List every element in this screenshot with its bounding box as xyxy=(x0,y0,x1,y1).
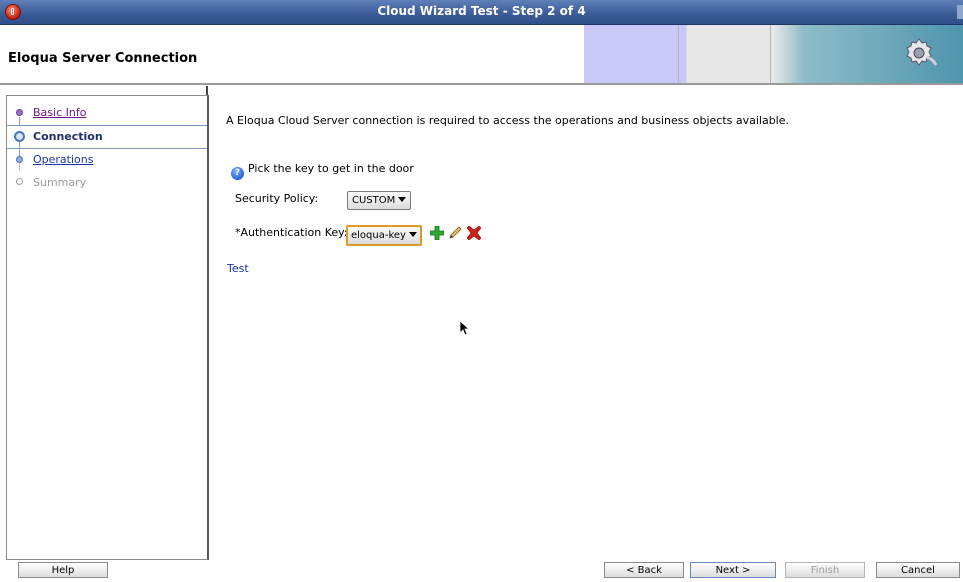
auth-key-label: *Authentication Key: xyxy=(235,226,348,239)
help-icon[interactable]: ? xyxy=(231,167,244,180)
step-basic-info[interactable]: Basic Info xyxy=(7,102,207,127)
close-button[interactable] xyxy=(957,5,963,19)
edit-icon[interactable] xyxy=(448,226,462,240)
gear-icon xyxy=(906,38,937,66)
page-title: Eloqua Server Connection xyxy=(8,51,198,66)
auth-key-value: eloqua-key xyxy=(351,230,406,241)
help-hint: ? Pick the key to get in the door xyxy=(231,162,414,180)
finish-button[interactable]: Finish xyxy=(785,562,865,578)
step-operations-link[interactable]: Operations xyxy=(33,153,93,166)
wizard-header: Eloqua Server Connection xyxy=(0,25,963,85)
step-summary-label: Summary xyxy=(33,176,87,189)
back-button[interactable]: < Back xyxy=(604,562,684,578)
cancel-button[interactable]: Cancel xyxy=(876,562,960,578)
intro-text: A Eloqua Cloud Server connection is requ… xyxy=(226,114,790,127)
next-button[interactable]: Next > xyxy=(690,562,776,578)
security-policy-value: CUSTOM xyxy=(352,195,396,206)
step-summary: Summary xyxy=(7,172,207,195)
security-policy-select[interactable]: CUSTOM xyxy=(347,191,412,210)
step-basic-info-link[interactable]: Basic Info xyxy=(33,106,86,119)
auth-key-select[interactable]: eloqua-key xyxy=(346,225,422,246)
help-text: Pick the key to get in the door xyxy=(248,162,414,175)
chevron-down-icon xyxy=(408,232,417,237)
delete-icon[interactable] xyxy=(467,226,481,240)
wizard-content: A Eloqua Cloud Server connection is requ… xyxy=(213,95,963,558)
header-banner xyxy=(584,25,963,83)
window-titlebar[interactable]: Cloud Wizard Test - Step 2 of 4 xyxy=(0,0,963,25)
add-icon[interactable] xyxy=(430,226,444,240)
help-button[interactable]: Help xyxy=(18,562,108,578)
test-link[interactable]: Test xyxy=(227,262,249,275)
window-title: Cloud Wizard Test - Step 2 of 4 xyxy=(377,4,586,18)
step-connection[interactable]: Connection xyxy=(7,125,207,152)
step-operations[interactable]: Operations xyxy=(7,149,207,172)
chevron-down-icon xyxy=(398,197,407,202)
step-connection-label: Connection xyxy=(33,130,103,143)
wizard-footer: Help < Back Next > Finish Cancel xyxy=(0,558,963,582)
mouse-cursor-icon xyxy=(459,320,471,336)
wizard-steps-panel: Basic Info Connection Operations Summary xyxy=(6,95,209,560)
security-policy-label: Security Policy: xyxy=(235,192,319,205)
